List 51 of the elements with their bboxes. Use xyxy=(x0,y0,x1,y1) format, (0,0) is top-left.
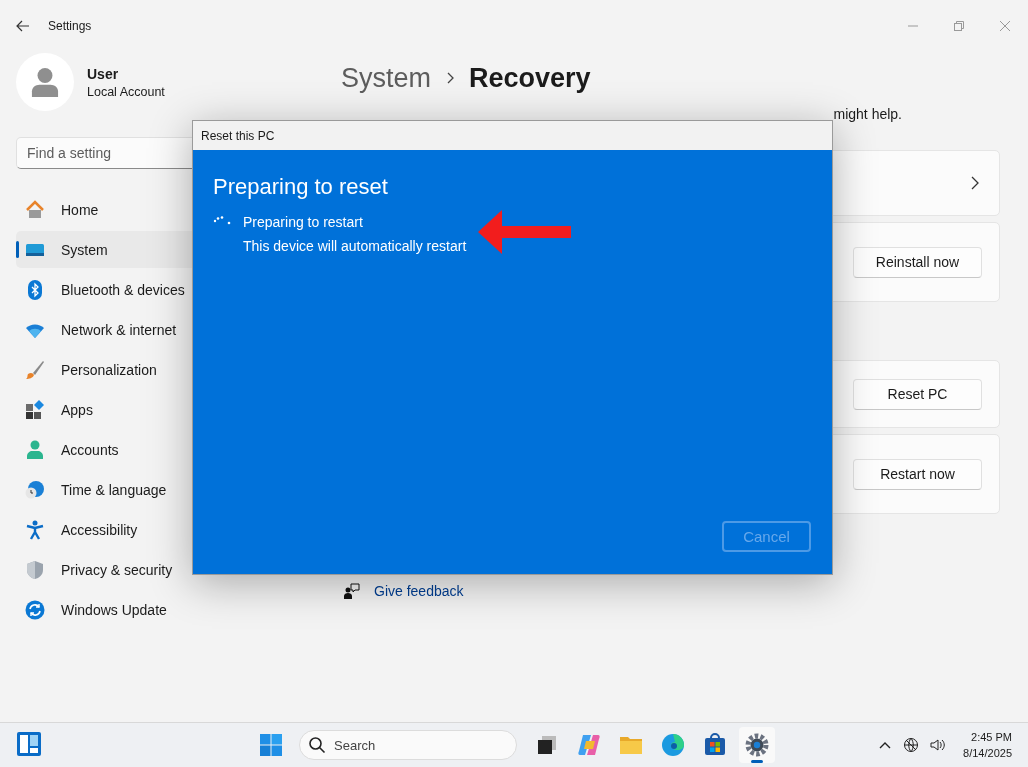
nav-item[interactable]: Bluetooth & devices xyxy=(16,271,300,308)
dialog-title: Reset this PC xyxy=(193,121,832,150)
nav-item[interactable]: Windows Update xyxy=(16,591,300,628)
colorful-swirl-icon xyxy=(577,733,601,757)
action-button[interactable]: Reinstall now xyxy=(853,246,982,278)
clock[interactable]: 2:45 PM 8/14/2025 xyxy=(963,729,1012,761)
spinner-icon xyxy=(213,216,231,226)
status-text: Preparing to restart xyxy=(243,214,364,230)
search-box[interactable]: Search xyxy=(299,730,517,760)
feedback-icon xyxy=(344,583,360,599)
chevron-icon xyxy=(970,176,980,190)
settings-icon xyxy=(745,733,769,757)
globe-icon[interactable] xyxy=(903,737,920,753)
store-icon xyxy=(703,733,727,757)
person-icon xyxy=(25,439,45,460)
volume-icon[interactable] xyxy=(929,737,946,753)
nav-item[interactable]: Network & internet xyxy=(16,311,300,348)
user-name: User xyxy=(87,65,120,82)
bluetooth-icon xyxy=(25,279,45,300)
link[interactable]: Give feedback xyxy=(374,583,464,599)
page-title: Recovery xyxy=(469,62,591,94)
close-icon[interactable] xyxy=(999,20,1011,32)
breadcrumb-link[interactable]: System xyxy=(341,62,432,94)
nav-item[interactable]: Personalization xyxy=(16,351,300,388)
shield-icon xyxy=(25,559,45,580)
action-button[interactable]: Reset PC xyxy=(853,378,982,410)
nav-item[interactable]: Privacy & security xyxy=(16,551,300,588)
nav-item[interactable]: Accessibility xyxy=(16,511,300,548)
browser-icon xyxy=(661,733,685,757)
back-icon[interactable] xyxy=(16,20,30,32)
taskbar-button[interactable] xyxy=(739,727,775,763)
update-icon xyxy=(25,599,45,620)
action-button[interactable]: Restart now xyxy=(853,458,982,490)
chevron-icon xyxy=(445,72,456,84)
accessibility-icon xyxy=(25,519,45,540)
widgets-icon[interactable] xyxy=(16,730,42,757)
window-title: Settings xyxy=(48,19,92,33)
home-icon xyxy=(25,199,45,220)
account-type: Local Account xyxy=(87,84,165,99)
brush-icon xyxy=(25,359,45,380)
task-view-icon xyxy=(535,733,559,757)
search-icon xyxy=(308,736,326,754)
dialog-heading: Preparing to reset xyxy=(213,174,389,200)
apps-icon xyxy=(25,399,45,420)
start-icon[interactable] xyxy=(259,733,283,757)
globe-clock-icon xyxy=(25,479,45,500)
restore-icon[interactable] xyxy=(953,20,965,32)
nav-item[interactable]: Accounts xyxy=(16,431,300,468)
nav-item[interactable]: Apps xyxy=(16,391,300,428)
nav-item[interactable]: Time & language xyxy=(16,471,300,508)
description-text: might help. xyxy=(832,106,903,122)
